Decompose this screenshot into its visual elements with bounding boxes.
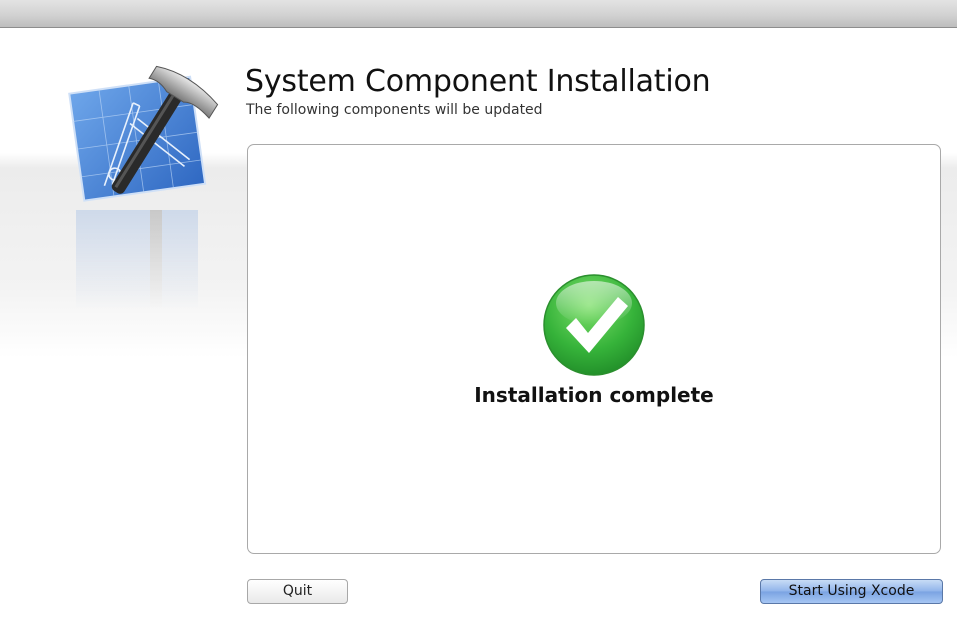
quit-button[interactable]: Quit	[247, 579, 348, 604]
installation-status: Installation complete	[474, 383, 714, 407]
checkmark-icon	[543, 274, 645, 376]
page-subtitle: The following components will be updated	[246, 102, 543, 118]
components-panel: Installation complete	[247, 144, 941, 554]
xcode-hammer-icon	[68, 65, 219, 202]
page-title: System Component Installation	[245, 64, 711, 99]
xcode-icon-reflection	[76, 210, 198, 310]
start-using-xcode-button[interactable]: Start Using Xcode	[760, 579, 943, 604]
window-titlebar[interactable]	[0, 0, 957, 28]
